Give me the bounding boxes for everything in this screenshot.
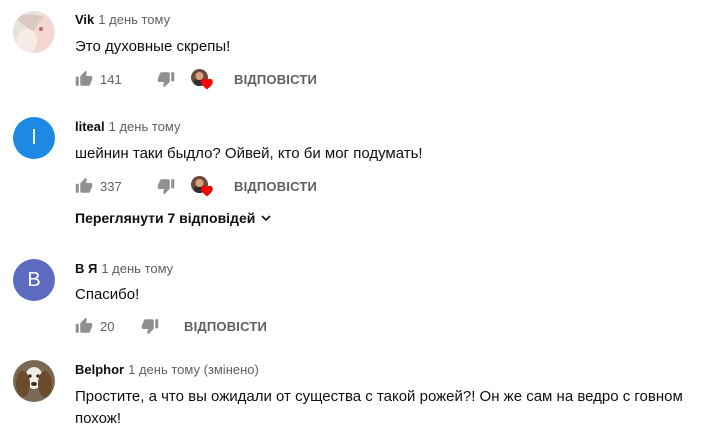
thumbs-down-icon xyxy=(157,72,175,88)
view-replies-label: Переглянути 7 відповідей xyxy=(75,210,256,226)
avatar[interactable]: l xyxy=(13,117,55,159)
comment-text-line: Простите, а что вы ожидали от существа с… xyxy=(75,388,683,405)
comment-header: Belphor 1 день тому (змінено) xyxy=(75,362,259,378)
avatar[interactable]: B xyxy=(13,259,55,301)
author-name[interactable]: Belphor xyxy=(75,362,124,377)
avatar-letter: B xyxy=(27,268,41,291)
dislike-button[interactable] xyxy=(154,67,178,91)
author-name[interactable]: Vik xyxy=(75,12,94,27)
creator-heart-badge xyxy=(190,174,214,198)
thumbs-up-icon xyxy=(75,177,93,193)
author-name[interactable]: liteal xyxy=(75,119,105,134)
like-button[interactable] xyxy=(72,174,96,198)
dog-photo-avatar xyxy=(13,360,55,402)
thumbs-up-icon xyxy=(75,70,93,86)
comment-header: В Я 1 день тому xyxy=(75,261,173,277)
comment-text: шейнин таки быдло? Ойвей, кто би мог под… xyxy=(75,145,423,162)
dislike-button[interactable] xyxy=(138,314,162,338)
comment-actions: 20 ВІДПОВІСТИ xyxy=(72,314,267,338)
author-name[interactable]: В Я xyxy=(75,261,97,276)
reply-button[interactable]: ВІДПОВІСТИ xyxy=(234,72,317,87)
like-button[interactable] xyxy=(72,67,96,91)
view-replies-button[interactable]: Переглянути 7 відповідей xyxy=(75,210,274,226)
reply-button[interactable]: ВІДПОВІСТИ xyxy=(234,179,317,194)
chevron-down-icon xyxy=(261,215,271,222)
thumbs-up-icon xyxy=(75,317,93,333)
like-count: 337 xyxy=(100,178,122,194)
comment-time[interactable]: 1 день тому xyxy=(98,12,170,27)
comment-actions: 141 ВІДПОВІСТИ xyxy=(72,67,317,91)
comment-time[interactable]: 1 день тому xyxy=(109,119,181,134)
comment-header: liteal 1 день тому xyxy=(75,119,180,135)
avatar[interactable] xyxy=(13,360,55,402)
thumbs-down-icon xyxy=(157,179,175,195)
like-count: 141 xyxy=(100,71,122,87)
comment-text: Спасибо! xyxy=(75,286,140,303)
comment-actions: 337 ВІДПОВІСТИ xyxy=(72,174,317,198)
thumbs-down-icon xyxy=(141,319,159,335)
dislike-button[interactable] xyxy=(154,174,178,198)
comment-time[interactable]: 1 день тому xyxy=(101,261,173,276)
reply-button[interactable]: ВІДПОВІСТИ xyxy=(184,319,267,334)
like-count: 20 xyxy=(100,318,115,334)
avatar[interactable] xyxy=(13,11,55,53)
comment-time[interactable]: 1 день тому (змінено) xyxy=(128,362,259,377)
heart-icon xyxy=(201,78,213,90)
heart-icon xyxy=(201,185,213,197)
like-button[interactable] xyxy=(72,314,96,338)
comment-text-line: похож! xyxy=(75,410,122,427)
comment-header: Vik 1 день тому xyxy=(75,12,170,28)
creator-heart-badge xyxy=(190,67,214,91)
comment-text: Это духовные скрепы! xyxy=(75,38,231,55)
avatar-letter: l xyxy=(31,126,37,149)
